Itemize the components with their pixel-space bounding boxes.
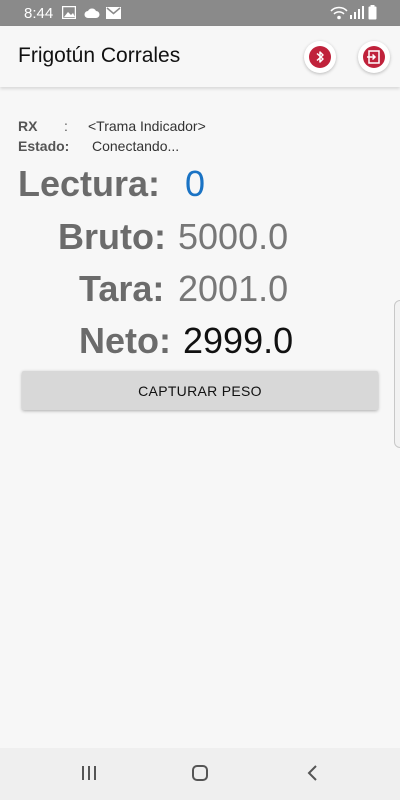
bruto-value: 5000.0 bbox=[178, 216, 289, 257]
wifi-icon bbox=[330, 6, 348, 25]
recents-icon[interactable] bbox=[80, 764, 98, 787]
status-time: 8:44 bbox=[24, 5, 54, 22]
capture-weight-button[interactable]: CAPTURAR PESO bbox=[22, 371, 378, 410]
app-title: Frigotún Corrales bbox=[18, 44, 181, 67]
estado-label: Estado: bbox=[18, 138, 70, 154]
tara-label: Tara: bbox=[79, 268, 165, 309]
bruto-label: Bruto: bbox=[58, 216, 166, 257]
gallery-icon bbox=[61, 5, 77, 24]
app-bar: Frigotún Corrales bbox=[0, 26, 400, 87]
rx-colon: : bbox=[64, 118, 68, 134]
navigation-bar bbox=[0, 748, 400, 800]
neto-label: Neto: bbox=[79, 320, 171, 361]
cloud-icon bbox=[84, 6, 100, 24]
bluetooth-button[interactable] bbox=[304, 41, 336, 73]
battery-icon bbox=[368, 5, 377, 25]
edge-panel-handle[interactable] bbox=[394, 300, 400, 448]
estado-value: Conectando... bbox=[92, 138, 180, 154]
rx-label: RX bbox=[18, 118, 38, 134]
tara-value: 2001.0 bbox=[178, 268, 289, 309]
mail-icon bbox=[106, 6, 121, 24]
bluetooth-icon bbox=[309, 46, 331, 68]
lectura-label: Lectura: bbox=[18, 163, 161, 204]
rx-value: <Trama Indicador> bbox=[88, 118, 206, 134]
neto-value: 2999.0 bbox=[183, 320, 294, 361]
exit-icon bbox=[363, 46, 385, 68]
lectura-value: 0 bbox=[185, 163, 206, 204]
exit-button[interactable] bbox=[358, 41, 390, 73]
signal-icon bbox=[350, 6, 364, 24]
status-bar: 8:44 bbox=[0, 0, 400, 26]
back-icon[interactable] bbox=[304, 764, 322, 787]
home-icon[interactable] bbox=[191, 764, 209, 787]
